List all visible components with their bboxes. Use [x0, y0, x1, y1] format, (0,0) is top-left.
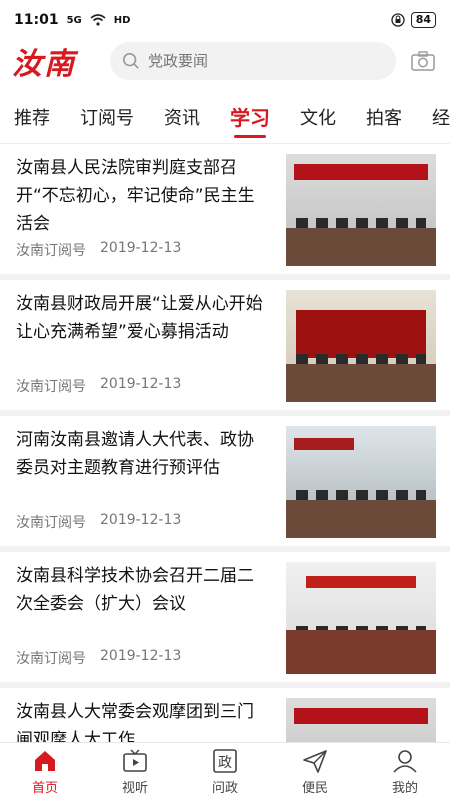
article-source: 汝南订阅号	[16, 651, 86, 667]
nav-home[interactable]: 首页	[0, 743, 90, 800]
app-header: 汝南	[0, 40, 450, 82]
tab-culture[interactable]: 文化	[300, 104, 336, 130]
article-list: 汝南县人民法院审判庭支部召开“不忘初心，牢记使命”民主生活会 汝南订阅号 201…	[0, 144, 450, 742]
signal-icon: 5G	[66, 14, 82, 26]
camera-icon	[411, 51, 435, 71]
nav-video[interactable]: 视听	[90, 743, 180, 800]
article-meta: 汝南订阅号 2019-12-13	[16, 512, 270, 532]
nav-label: 视听	[121, 780, 148, 796]
article-text: 汝南县人大常委会观摩团到三门闸观摩人大工作	[16, 698, 286, 742]
article-title: 汝南县财政局开展“让爱从心开始 让心充满希望”爱心募捐活动	[16, 294, 263, 342]
category-tabs: 推荐 订阅号 资讯 学习 文化 拍客 经济	[0, 90, 450, 144]
send-icon	[303, 749, 327, 773]
article-text: 汝南县科学技术协会召开二届二次全委会（扩大）会议 汝南订阅号 2019-12-1…	[16, 562, 286, 682]
article-item[interactable]: 汝南县财政局开展“让爱从心开始 让心充满希望”爱心募捐活动 汝南订阅号 2019…	[0, 280, 450, 416]
search-bar[interactable]	[110, 42, 396, 80]
article-text: 汝南县人民法院审判庭支部召开“不忘初心，牢记使命”民主生活会 汝南订阅号 201…	[16, 154, 286, 274]
search-icon	[122, 52, 139, 69]
lock-icon	[391, 13, 405, 27]
article-text: 河南汝南县邀请人大代表、政协委员对主题教育进行预评估 汝南订阅号 2019-12…	[16, 426, 286, 546]
user-icon	[393, 749, 417, 773]
article-meta: 汝南订阅号 2019-12-13	[16, 376, 270, 396]
article-thumbnail	[286, 290, 436, 402]
article-thumbnail	[286, 562, 436, 674]
app-logo: 汝南	[12, 47, 76, 82]
article-date: 2019-12-13	[100, 240, 182, 256]
article-title: 汝南县人大常委会观摩团到三门闸观摩人大工作	[16, 702, 254, 742]
tab-recommend[interactable]: 推荐	[14, 104, 50, 130]
article-title: 汝南县科学技术协会召开二届二次全委会（扩大）会议	[16, 566, 254, 614]
article-text: 汝南县财政局开展“让爱从心开始 让心充满希望”爱心募捐活动 汝南订阅号 2019…	[16, 290, 286, 410]
article-item[interactable]: 汝南县人大常委会观摩团到三门闸观摩人大工作	[0, 688, 450, 742]
nav-label: 首页	[31, 780, 58, 796]
camera-button[interactable]	[408, 46, 438, 76]
nav-label: 便民	[301, 780, 328, 796]
tab-snapshots[interactable]: 拍客	[366, 104, 402, 130]
app-screen: 11:01 5G HD 84 汝南 党政要闻 推荐 订阅号 资讯 学习 文化 拍…	[0, 0, 450, 800]
article-item[interactable]: 河南汝南县邀请人大代表、政协委员对主题教育进行预评估 汝南订阅号 2019-12…	[0, 416, 450, 552]
article-date: 2019-12-13	[100, 512, 182, 528]
nav-label: 我的	[391, 780, 418, 796]
tab-subscriptions[interactable]: 订阅号	[80, 104, 134, 130]
article-title: 河南汝南县邀请人大代表、政协委员对主题教育进行预评估	[16, 430, 254, 478]
article-title: 汝南县人民法院审判庭支部召开“不忘初心，牢记使命”民主生活会	[16, 158, 255, 234]
status-bar: 11:01 5G HD 84	[0, 0, 450, 40]
zheng-icon: 政	[213, 748, 237, 773]
tab-study[interactable]: 学习	[230, 102, 270, 138]
nav-profile[interactable]: 我的	[360, 743, 450, 800]
tv-icon	[123, 748, 147, 772]
article-item[interactable]: 汝南县人民法院审判庭支部召开“不忘初心，牢记使命”民主生活会 汝南订阅号 201…	[0, 144, 450, 280]
tab-economy[interactable]: 经济	[432, 104, 450, 130]
article-date: 2019-12-13	[100, 648, 182, 664]
article-source: 汝南订阅号	[16, 379, 86, 395]
search-input[interactable]	[148, 52, 384, 70]
article-meta: 汝南订阅号 2019-12-13	[16, 240, 270, 260]
article-thumbnail	[286, 426, 436, 538]
tab-news[interactable]: 资讯	[164, 104, 200, 130]
status-time: 11:01	[14, 12, 59, 28]
wifi-icon	[90, 14, 106, 26]
article-meta: 汝南订阅号 2019-12-13	[16, 648, 270, 668]
home-icon	[35, 750, 55, 771]
battery-indicator: 84	[410, 12, 436, 28]
article-item[interactable]: 汝南县科学技术协会召开二届二次全委会（扩大）会议 汝南订阅号 2019-12-1…	[0, 552, 450, 688]
article-thumbnail	[286, 154, 436, 266]
hd-icon: HD	[113, 14, 131, 26]
nav-label: 问政	[211, 780, 238, 796]
nav-inquiry[interactable]: 政 问政	[180, 743, 270, 800]
svg-text:政: 政	[218, 755, 232, 771]
nav-service[interactable]: 便民	[270, 743, 360, 800]
bottom-nav: 首页 视听 政 问政 便民 我的	[0, 742, 450, 800]
article-date: 2019-12-13	[100, 376, 182, 392]
article-source: 汝南订阅号	[16, 515, 86, 531]
article-source: 汝南订阅号	[16, 243, 86, 259]
article-thumbnail	[286, 698, 436, 742]
